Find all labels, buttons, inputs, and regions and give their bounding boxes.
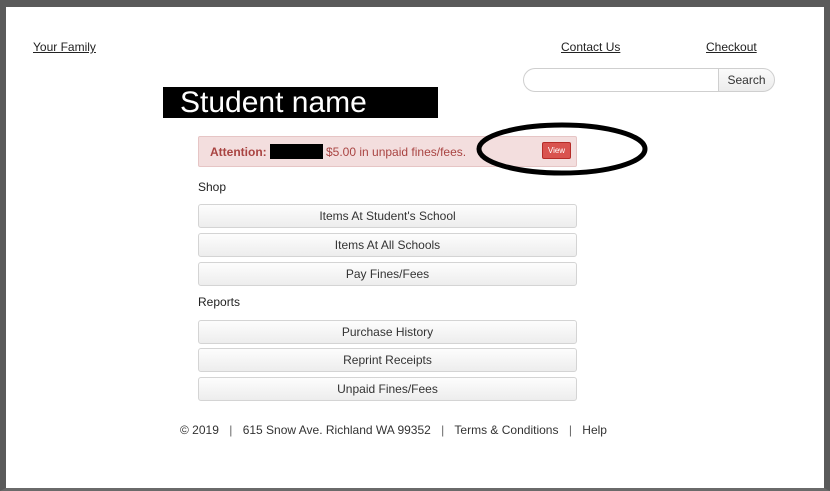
help-link[interactable]: Help — [582, 423, 607, 437]
contact-us-link[interactable]: Contact Us — [561, 40, 620, 54]
items-at-all-schools-button[interactable]: Items At All Schools — [198, 233, 577, 257]
footer: © 2019 | 615 Snow Ave. Richland WA 99352… — [180, 423, 607, 437]
alert-label: Attention: — [210, 145, 267, 159]
footer-address: 615 Snow Ave. Richland WA 99352 — [242, 423, 431, 437]
reports-heading: Reports — [198, 295, 241, 309]
footer-separator: | — [568, 423, 572, 437]
annotation-ellipse — [476, 122, 648, 176]
shop-heading: Shop — [198, 180, 227, 194]
footer-copyright: © 2019 — [180, 423, 219, 437]
footer-separator: | — [441, 423, 445, 437]
alert-message: $5.00 in unpaid fines/fees. — [326, 145, 467, 159]
checkout-link[interactable]: Checkout — [706, 40, 757, 54]
purchase-history-button[interactable]: Purchase History — [198, 320, 577, 344]
terms-link[interactable]: Terms & Conditions — [454, 423, 558, 437]
unpaid-fines-fees-button[interactable]: Unpaid Fines/Fees — [198, 377, 577, 401]
your-family-link[interactable]: Your Family — [33, 40, 96, 54]
search-button[interactable]: Search — [718, 68, 775, 92]
student-name-label: Student name — [163, 87, 438, 118]
footer-separator: | — [229, 423, 233, 437]
search-input[interactable] — [523, 68, 720, 92]
items-at-students-school-button[interactable]: Items At Student's School — [198, 204, 577, 228]
redacted-name — [270, 144, 323, 159]
pay-fines-fees-button[interactable]: Pay Fines/Fees — [198, 262, 577, 286]
reprint-receipts-button[interactable]: Reprint Receipts — [198, 348, 577, 372]
